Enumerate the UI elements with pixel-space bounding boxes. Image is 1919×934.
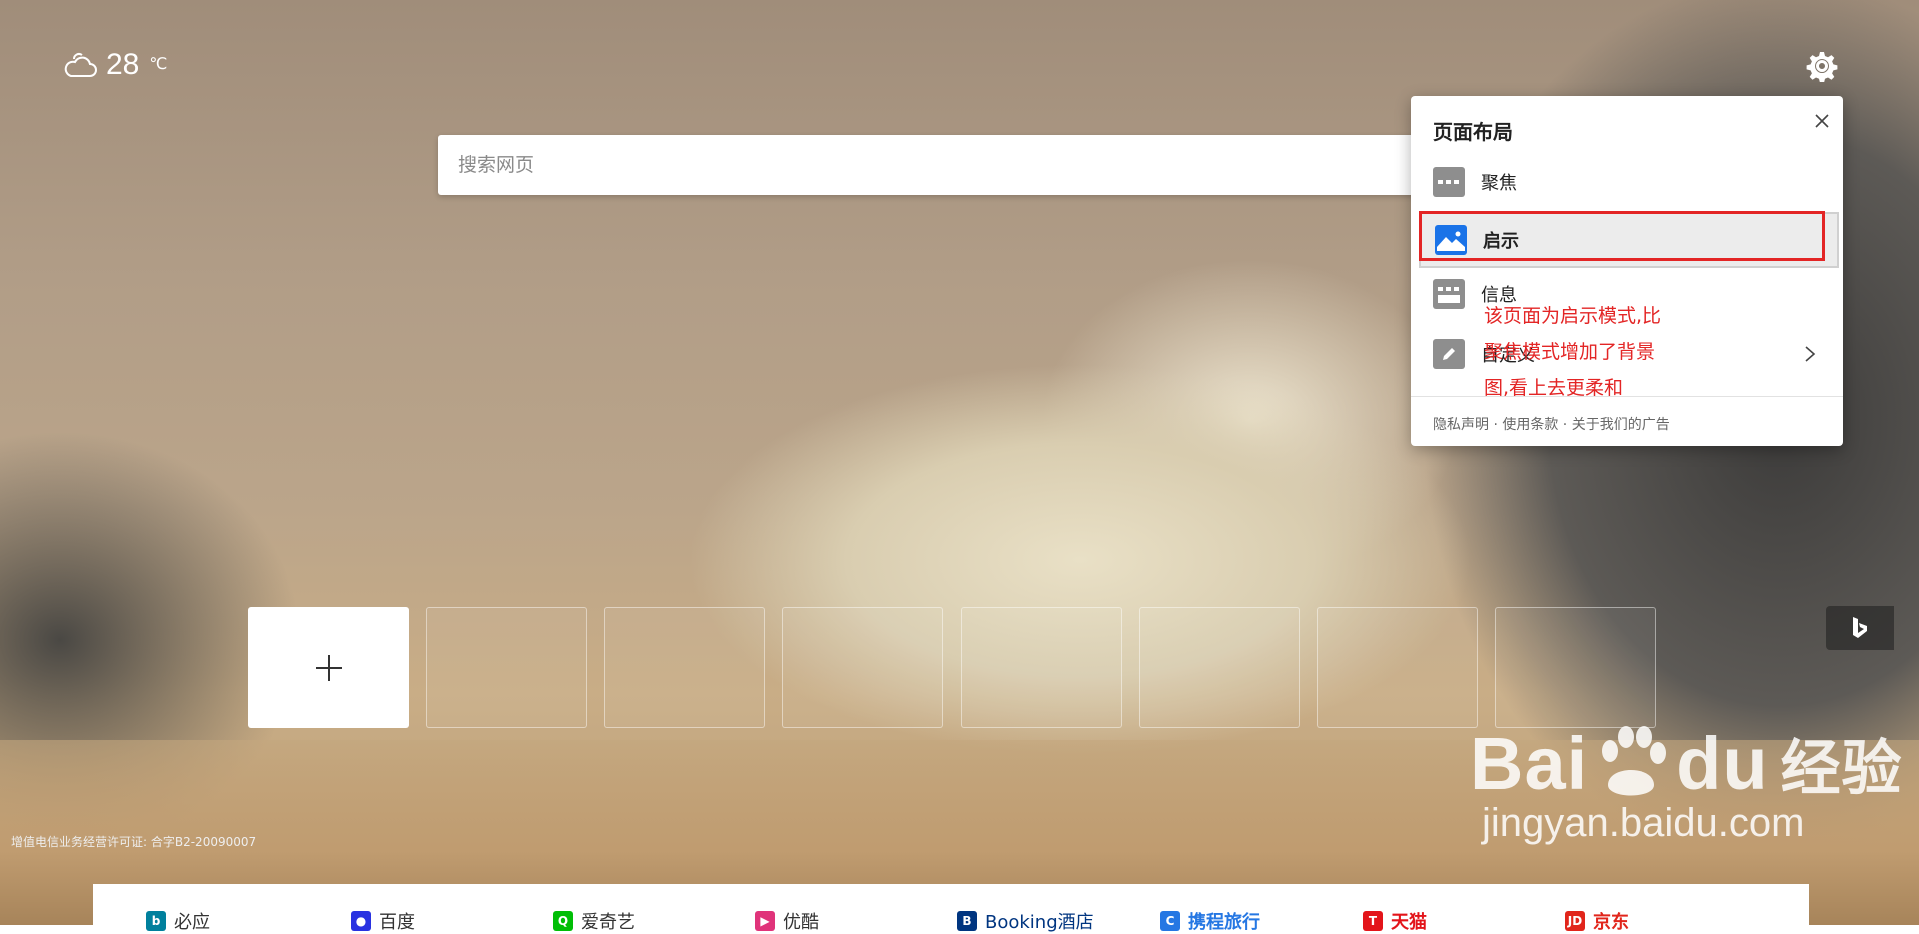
gear-icon[interactable] xyxy=(1806,50,1838,82)
youku-icon: ▶ xyxy=(755,911,775,931)
quicklink-iqiyi[interactable]: Q 爱奇艺 xyxy=(553,908,635,934)
quicklink-ctrip[interactable]: C 携程旅行 xyxy=(1160,908,1260,934)
annotation-text: 该页面为启示模式,比 聚焦模式增加了背景 图,看上去更柔和 xyxy=(1484,298,1714,406)
site-tile[interactable] xyxy=(426,607,587,728)
edit-icon xyxy=(1433,339,1465,369)
weather-unit: ℃ xyxy=(149,54,168,73)
quicklink-label: 百度 xyxy=(379,912,415,933)
quicklink-youku[interactable]: ▶ 优酷 xyxy=(755,908,819,934)
quicklink-label: 携程旅行 xyxy=(1188,912,1260,933)
baidu-jingyan-watermark: Bai du 经验 jingyan.baidu.com xyxy=(1470,720,1903,846)
bing-icon xyxy=(1853,617,1867,638)
license-text: 增值电信业务经营许可证: 合字B2-20090007 xyxy=(11,835,257,849)
quicklink-label: 天猫 xyxy=(1391,912,1427,933)
watermark-brand-cn: 经验 xyxy=(1780,735,1903,802)
search-input[interactable] xyxy=(456,153,1360,177)
layout-option-label: 启示 xyxy=(1483,231,1519,252)
bing-logo-button[interactable] xyxy=(1826,606,1894,650)
quicklink-label: 优酷 xyxy=(783,912,819,933)
quicklink-label: 京东 xyxy=(1593,912,1629,933)
layout-option-label: 聚焦 xyxy=(1481,173,1517,194)
ctrip-icon: C xyxy=(1160,911,1180,931)
site-tile[interactable] xyxy=(1495,607,1656,728)
info-layout-icon xyxy=(1433,279,1465,309)
annotation-line: 聚焦模式增加了背景 xyxy=(1484,341,1656,363)
site-tile[interactable] xyxy=(961,607,1122,728)
baidu-paw-icon: ● xyxy=(351,911,371,931)
layout-option-inspiration[interactable]: 启示 xyxy=(1419,212,1839,268)
quicklink-label: Booking酒店 xyxy=(985,912,1094,933)
tmall-icon: T xyxy=(1363,911,1383,931)
close-icon[interactable] xyxy=(1811,110,1833,132)
site-tile[interactable] xyxy=(604,607,765,728)
site-tile[interactable] xyxy=(1139,607,1300,728)
layout-option-focus[interactable]: 聚焦 xyxy=(1419,156,1835,208)
iqiyi-icon: Q xyxy=(553,911,573,931)
bing-icon: b xyxy=(146,911,166,931)
inspiration-layout-icon xyxy=(1435,225,1467,255)
watermark-brand-du: du xyxy=(1676,722,1769,805)
booking-icon: B xyxy=(957,911,977,931)
quicklink-baidu[interactable]: ● 百度 xyxy=(351,908,415,934)
quick-links-bar: b 必应 ● 百度 Q 爱奇艺 ▶ 优酷 B Booking酒店 C 携程旅行 … xyxy=(93,884,1809,933)
site-tile[interactable] xyxy=(1317,607,1478,728)
weather-temperature: 28 xyxy=(106,48,140,81)
paw-icon xyxy=(1602,725,1667,795)
quicklink-label: 必应 xyxy=(174,912,210,933)
cloud-icon xyxy=(64,53,97,77)
quicklink-label: 爱奇艺 xyxy=(581,912,635,933)
panel-title: 页面布局 xyxy=(1433,120,1513,144)
panel-footer-links[interactable]: 隐私声明 · 使用条款 · 关于我们的广告 xyxy=(1433,414,1670,434)
watermark-url: jingyan.baidu.com xyxy=(1482,801,1805,845)
weather-widget[interactable]: 28 ℃ xyxy=(62,48,167,82)
quicklink-booking[interactable]: B Booking酒店 xyxy=(957,908,1094,934)
chevron-right-icon xyxy=(1805,346,1816,362)
jd-icon: JD xyxy=(1565,911,1585,931)
site-tile[interactable] xyxy=(782,607,943,728)
quicklink-tmall[interactable]: T 天猫 xyxy=(1363,908,1427,934)
focus-layout-icon xyxy=(1433,167,1465,197)
annotation-line: 该页面为启示模式,比 xyxy=(1484,305,1662,327)
search-box[interactable] xyxy=(438,135,1438,195)
quicklink-jd[interactable]: JD 京东 xyxy=(1565,908,1629,934)
add-site-tile[interactable] xyxy=(248,607,409,728)
annotation-line: 图,看上去更柔和 xyxy=(1484,377,1624,399)
plus-icon xyxy=(315,654,342,681)
watermark-brand: Bai xyxy=(1470,722,1589,805)
quicklink-bing[interactable]: b 必应 xyxy=(146,908,210,934)
